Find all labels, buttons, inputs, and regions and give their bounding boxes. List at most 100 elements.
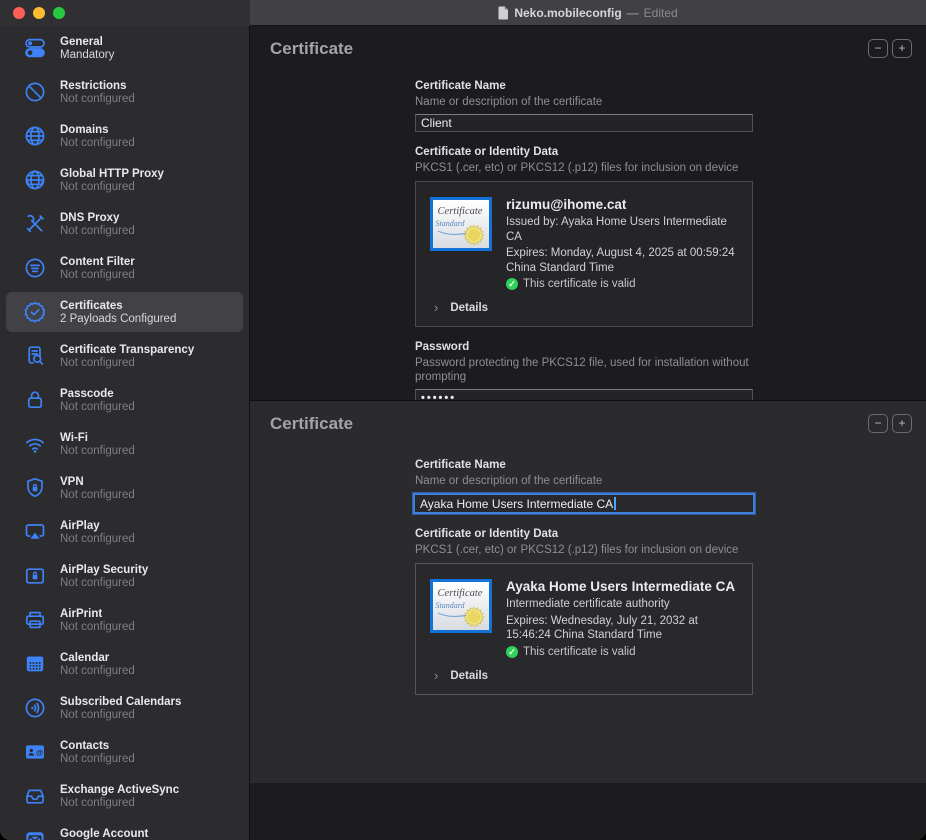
sidebar-item-text: AirPlay SecurityNot configured bbox=[60, 564, 236, 589]
sidebar-item-general[interactable]: GeneralMandatory bbox=[0, 26, 249, 70]
sidebar-item-text: Google AccountNot configured bbox=[60, 828, 236, 840]
sidebar-item-label: Passcode bbox=[60, 388, 236, 400]
content-end-strip bbox=[250, 809, 926, 840]
certificate-data-label: Certificate or Identity Data bbox=[415, 528, 753, 540]
close-button[interactable] bbox=[13, 7, 25, 19]
sidebar-item-passcode[interactable]: PasscodeNot configured bbox=[0, 378, 249, 422]
contact-card-icon: @ bbox=[22, 739, 48, 765]
sidebar-item-label: AirPrint bbox=[60, 608, 236, 620]
zoom-button[interactable] bbox=[53, 7, 65, 19]
wifi-icon bbox=[22, 431, 48, 457]
sidebar-item-status: Not configured bbox=[60, 797, 236, 809]
sidebar-item-label: Certificate Transparency bbox=[60, 344, 236, 356]
sidebar-item-text: AirPrintNot configured bbox=[60, 608, 236, 633]
certificate-name-input[interactable]: Client bbox=[415, 114, 753, 132]
password-help: Password protecting the PKCS12 file, use… bbox=[415, 356, 753, 384]
sidebar-item-status: Not configured bbox=[60, 357, 236, 369]
sidebar-item-label: AirPlay Security bbox=[60, 564, 236, 576]
printer-icon bbox=[22, 607, 48, 633]
sidebar-item-status: Not configured bbox=[60, 225, 236, 237]
certificate-issuer: Issued by: Ayaka Home Users Intermediate… bbox=[506, 215, 738, 244]
sidebar-item-text: Content FilterNot configured bbox=[60, 256, 236, 281]
certificate-common-name: Ayaka Home Users Intermediate CA bbox=[506, 579, 738, 595]
sidebar-item-text: Exchange ActiveSyncNot configured bbox=[60, 784, 236, 809]
certificate-data-label: Certificate or Identity Data bbox=[415, 146, 753, 158]
certificate-expiry: Expires: Monday, August 4, 2025 at 00:59… bbox=[506, 246, 738, 275]
valid-check-icon: ✓ bbox=[506, 646, 518, 658]
sidebar-item-restrictions[interactable]: RestrictionsNot configured bbox=[0, 70, 249, 114]
minimize-button[interactable] bbox=[33, 7, 45, 19]
app-window: Neko.mobileconfig — Edited GeneralMandat… bbox=[0, 0, 926, 840]
sidebar-item-airplay-security[interactable]: AirPlay SecurityNot configured bbox=[0, 554, 249, 598]
sidebar-item-text: VPNNot configured bbox=[60, 476, 236, 501]
sidebar-item-domains[interactable]: DomainsNot configured bbox=[0, 114, 249, 158]
certificate-name-label: Certificate Name bbox=[415, 459, 753, 471]
sidebar-item-text: Certificates2 Payloads Configured bbox=[60, 300, 236, 325]
sidebar-item-wi-fi[interactable]: Wi-FiNot configured bbox=[0, 422, 249, 466]
certificate-card: Certificate Standard rizumu@ihome.cat Is… bbox=[415, 181, 753, 327]
badge-word: Certificate bbox=[438, 588, 483, 599]
sidebar-item-label: Wi-Fi bbox=[60, 432, 236, 444]
doc-magnifier-icon bbox=[22, 343, 48, 369]
sidebar-item-status: Not configured bbox=[60, 137, 236, 149]
sidebar-item-label: Calendar bbox=[60, 652, 236, 664]
titlebar: Neko.mobileconfig — Edited bbox=[0, 0, 926, 26]
details-disclosure[interactable]: › Details bbox=[430, 302, 738, 314]
title-separator: — bbox=[627, 6, 639, 20]
sidebar-item-status: Not configured bbox=[60, 753, 236, 765]
details-disclosure[interactable]: › Details bbox=[430, 670, 738, 682]
add-payload-button[interactable]: + bbox=[892, 414, 912, 433]
certificate-name-input[interactable]: Ayaka Home Users Intermediate CA bbox=[413, 493, 755, 514]
lock-icon bbox=[22, 387, 48, 413]
payload-stepper: − + bbox=[868, 39, 912, 58]
sidebar-item-label: Global HTTP Proxy bbox=[60, 168, 236, 180]
sidebar-item-calendar[interactable]: CalendarNot configured bbox=[0, 642, 249, 686]
certificate-payload-section: Certificate − + Certificate Name Name or… bbox=[250, 26, 926, 400]
sidebar-item-contacts[interactable]: @ContactsNot configured bbox=[0, 730, 249, 774]
valid-check-icon: ✓ bbox=[506, 278, 518, 290]
sidebar-item-status: Not configured bbox=[60, 665, 236, 677]
gold-seal bbox=[464, 225, 484, 245]
sidebar-item-global-http-proxy[interactable]: Global HTTP ProxyNot configured bbox=[0, 158, 249, 202]
sidebar-item-google-account[interactable]: Google AccountNot configured bbox=[0, 818, 249, 840]
sidebar-item-text: PasscodeNot configured bbox=[60, 388, 236, 413]
sidebar-item-airplay[interactable]: AirPlayNot configured bbox=[0, 510, 249, 554]
sidebar-item-certificate-transparency[interactable]: Certificate TransparencyNot configured bbox=[0, 334, 249, 378]
certificate-data-help: PKCS1 (.cer, etc) or PKCS12 (.p12) files… bbox=[415, 543, 753, 557]
remove-payload-button[interactable]: − bbox=[868, 414, 888, 433]
sidebar-item-status: Not configured bbox=[60, 181, 236, 193]
text-cursor bbox=[614, 497, 616, 510]
sidebar-item-airprint[interactable]: AirPrintNot configured bbox=[0, 598, 249, 642]
sidebar-item-label: Subscribed Calendars bbox=[60, 696, 236, 708]
globe-network-icon bbox=[22, 167, 48, 193]
sidebar-item-content-filter[interactable]: Content FilterNot configured bbox=[0, 246, 249, 290]
svg-text:@: @ bbox=[36, 748, 43, 757]
sidebar-item-dns-proxy[interactable]: DNS ProxyNot configured bbox=[0, 202, 249, 246]
sidebar-item-exchange-activesync[interactable]: Exchange ActiveSyncNot configured bbox=[0, 774, 249, 818]
sidebar-item-text: GeneralMandatory bbox=[60, 36, 236, 61]
add-payload-button[interactable]: + bbox=[892, 39, 912, 58]
broadcast-circle-icon bbox=[22, 695, 48, 721]
certificate-thumbnail: Certificate Standard bbox=[430, 579, 492, 633]
sidebar-item-vpn[interactable]: VPNNot configured bbox=[0, 466, 249, 510]
certificate-expiry: Expires: Wednesday, July 21, 2032 at 15:… bbox=[506, 614, 738, 643]
sidebar-item-status: Not configured bbox=[60, 401, 236, 413]
chevron-right-icon: › bbox=[434, 670, 438, 682]
sidebar-item-text: Wi-FiNot configured bbox=[60, 432, 236, 457]
sidebar-item-text: Subscribed CalendarsNot configured bbox=[60, 696, 236, 721]
password-input[interactable]: •••••• bbox=[415, 389, 753, 400]
remove-payload-button[interactable]: − bbox=[868, 39, 888, 58]
payload-sidebar: GeneralMandatory RestrictionsNot configur… bbox=[0, 26, 250, 840]
toggles-icon bbox=[22, 35, 48, 61]
sidebar-item-certificates[interactable]: Certificates2 Payloads Configured bbox=[0, 290, 249, 334]
section-title: Certificate bbox=[270, 39, 353, 59]
badge-word: Certificate bbox=[438, 206, 483, 217]
sidebar-item-subscribed-calendars[interactable]: Subscribed CalendarsNot configured bbox=[0, 686, 249, 730]
screen-lock-icon bbox=[22, 563, 48, 589]
sidebar-item-text: DomainsNot configured bbox=[60, 124, 236, 149]
tray-icon bbox=[22, 783, 48, 809]
sidebar-item-label: Domains bbox=[60, 124, 236, 136]
sidebar-item-text: Global HTTP ProxyNot configured bbox=[60, 168, 236, 193]
main-content: Certificate − + Certificate Name Name or… bbox=[250, 26, 926, 840]
shield-lock-icon bbox=[22, 475, 48, 501]
